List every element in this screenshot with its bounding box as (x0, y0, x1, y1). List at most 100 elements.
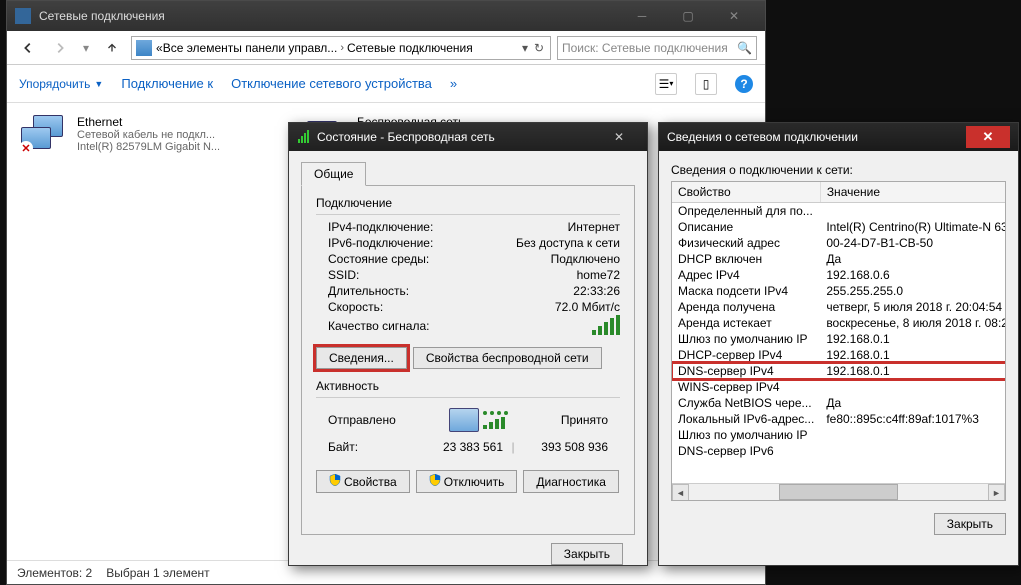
column-property[interactable]: Свойство (672, 182, 820, 203)
table-row[interactable]: Аренда полученачетверг, 5 июля 2018 г. 2… (672, 299, 1006, 315)
close-button[interactable]: ✕ (599, 126, 639, 148)
table-row[interactable]: ОписаниеIntel(R) Centrino(R) Ultimate-N … (672, 219, 1006, 235)
table-row[interactable]: DNS-сервер IPv4192.168.0.1 (672, 363, 1006, 379)
close-button[interactable]: ✕ (966, 126, 1010, 148)
table-row[interactable]: Шлюз по умолчанию IP (672, 427, 1006, 443)
label-bytes: Байт: (328, 440, 418, 454)
value-cell: четверг, 5 июля 2018 г. 20:04:54 (820, 299, 1006, 315)
value-cell: воскресенье, 8 июля 2018 г. 08:23:24 (820, 315, 1006, 331)
nav-recent-button[interactable]: ▾ (79, 35, 93, 61)
tab-general[interactable]: Общие (301, 162, 366, 186)
connection-status: Сетевой кабель не подкл... (77, 129, 220, 141)
wifi-status-dialog: Состояние - Беспроводная сеть ✕ Общие По… (288, 122, 648, 566)
nav-forward-button[interactable] (47, 35, 73, 61)
table-row[interactable]: DHCP включенДа (672, 251, 1006, 267)
value-cell: 00-24-D7-B1-CB-50 (820, 235, 1006, 251)
close-button[interactable]: ✕ (711, 1, 757, 31)
diagnose-button[interactable]: Диагностика (523, 470, 619, 493)
more-commands[interactable]: » (450, 76, 457, 91)
shield-icon (429, 474, 441, 486)
dialog-titlebar[interactable]: Сведения о сетевом подключении ✕ (659, 123, 1018, 151)
scroll-thumb[interactable] (779, 484, 899, 500)
dialog-title: Состояние - Беспроводная сеть (317, 130, 593, 144)
property-cell: Аренда получена (672, 299, 820, 315)
connection-item-ethernet[interactable]: ✕ Ethernet Сетевой кабель не подкл... In… (15, 111, 275, 159)
breadcrumb-sep: › (340, 42, 344, 54)
table-row[interactable]: Шлюз по умолчанию IP192.168.0.1 (672, 331, 1006, 347)
value-cell: 192.168.0.6 (820, 267, 1006, 283)
explorer-titlebar[interactable]: Сетевые подключения ─ ▢ ✕ (7, 1, 765, 31)
property-cell: Физический адрес (672, 235, 820, 251)
network-icon (15, 8, 31, 24)
breadcrumb-prefix: « (156, 41, 163, 55)
property-cell: Описание (672, 219, 820, 235)
close-button[interactable]: Закрыть (934, 513, 1006, 535)
value-media: Подключено (551, 252, 620, 266)
disable-button[interactable]: Отключить (416, 470, 518, 493)
label-speed: Скорость: (328, 300, 555, 314)
nav-back-button[interactable] (15, 35, 41, 61)
label-received: Принято (561, 413, 608, 427)
close-button[interactable]: Закрыть (551, 543, 623, 565)
value-cell (820, 427, 1006, 443)
value-cell (820, 203, 1006, 220)
preview-pane-button[interactable]: ▯ (695, 73, 717, 95)
table-row[interactable]: WINS-сервер IPv4 (672, 379, 1006, 395)
table-row[interactable]: Локальный IPv6-адрес...fe80::895c:c4ff:8… (672, 411, 1006, 427)
property-cell: Адрес IPv4 (672, 267, 820, 283)
scroll-left-button[interactable]: ◄ (672, 484, 689, 501)
tab-panel: Подключение IPv4-подключение:Интернет IP… (301, 185, 635, 535)
bytes-received: 393 508 936 (523, 440, 608, 454)
properties-button[interactable]: Свойства (316, 470, 410, 493)
property-cell: Маска подсети IPv4 (672, 283, 820, 299)
scroll-right-button[interactable]: ► (988, 484, 1005, 501)
table-row[interactable]: DHCP-сервер IPv4192.168.0.1 (672, 347, 1006, 363)
breadcrumb-dropdown[interactable]: ▾ (518, 41, 532, 55)
property-cell: Аренда истекает (672, 315, 820, 331)
value-cell: 192.168.0.1 (820, 363, 1006, 379)
organize-menu[interactable]: Упорядочить▼ (19, 77, 103, 91)
table-row[interactable]: Определенный для по... (672, 203, 1006, 220)
breadcrumb-item[interactable]: Все элементы панели управл... (163, 41, 338, 55)
wireless-properties-button[interactable]: Свойства беспроводной сети (413, 347, 602, 369)
property-cell: Шлюз по умолчанию IP (672, 331, 820, 347)
disable-device-button[interactable]: Отключение сетевого устройства (231, 76, 432, 91)
help-button[interactable]: ? (735, 75, 753, 93)
breadcrumb-item[interactable]: Сетевые подключения (347, 41, 473, 55)
value-cell (820, 379, 1006, 395)
dialog-titlebar[interactable]: Состояние - Беспроводная сеть ✕ (289, 123, 647, 151)
bytes-sent: 23 383 561 (418, 440, 503, 454)
label-ipv6: IPv6-подключение: (328, 236, 516, 250)
table-row[interactable]: Служба NetBIOS чере...Да (672, 395, 1006, 411)
table-row[interactable]: DNS-сервер IPv6 (672, 443, 1006, 459)
horizontal-scrollbar[interactable]: ◄ ► (672, 483, 1005, 500)
property-cell: Служба NetBIOS чере... (672, 395, 820, 411)
connect-to-button[interactable]: Подключение к (121, 76, 213, 91)
value-cell (820, 443, 1006, 459)
table-row[interactable]: Физический адрес00-24-D7-B1-CB-50 (672, 235, 1006, 251)
maximize-button[interactable]: ▢ (665, 1, 711, 31)
refresh-button[interactable]: ↻ (532, 41, 546, 55)
value-ipv6: Без доступа к сети (516, 236, 620, 250)
label-media: Состояние среды: (328, 252, 551, 266)
minimize-button[interactable]: ─ (619, 1, 665, 31)
property-cell: DNS-сервер IPv6 (672, 443, 820, 459)
value-cell: Да (820, 395, 1006, 411)
nav-up-button[interactable] (99, 35, 125, 61)
value-ipv4: Интернет (568, 220, 620, 234)
label-ssid: SSID: (328, 268, 577, 282)
label-sent: Отправлено (328, 413, 396, 427)
breadcrumb-bar[interactable]: « Все элементы панели управл... › Сетевы… (131, 36, 551, 60)
table-row[interactable]: Маска подсети IPv4255.255.255.0 (672, 283, 1006, 299)
view-options-button[interactable]: ☰▾ (655, 73, 677, 95)
table-row[interactable]: Адрес IPv4192.168.0.6 (672, 267, 1006, 283)
value-cell: 192.168.0.1 (820, 347, 1006, 363)
dialog-title: Сведения о сетевом подключении (667, 130, 960, 144)
table-row[interactable]: Аренда истекаетвоскресенье, 8 июля 2018 … (672, 315, 1006, 331)
column-value[interactable]: Значение (820, 182, 1006, 203)
value-duration: 22:33:26 (573, 284, 620, 298)
item-count: Элементов: 2 (17, 566, 92, 580)
search-input[interactable]: Поиск: Сетевые подключения 🔍 (557, 36, 757, 60)
details-button[interactable]: Сведения... (316, 347, 407, 369)
label-ipv4: IPv4-подключение: (328, 220, 568, 234)
